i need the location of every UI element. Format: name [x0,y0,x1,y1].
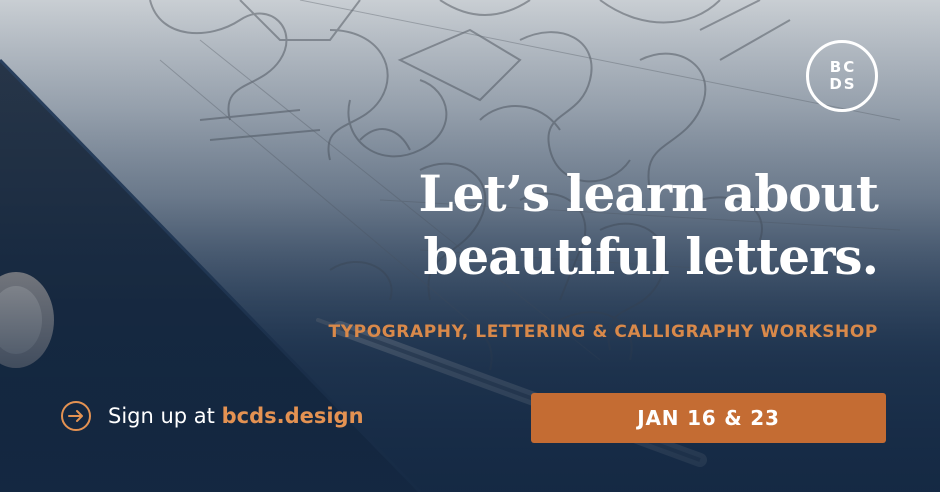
headline-line-1: Let’s learn about [418,164,880,223]
arrow-right-circle-icon [61,401,91,431]
logo-line-2: DS [829,75,857,93]
signup-link[interactable]: Sign up at bcds.design [60,398,364,434]
signup-prefix: Sign up at [108,404,215,428]
date-button[interactable]: JAN 16 & 23 [531,393,886,443]
signup-text: Sign up at bcds.design [108,404,364,428]
bcds-logo[interactable]: BC DS [806,40,878,112]
workshop-banner: BC DS Let’s learn about beautiful letter… [0,0,940,492]
headline: Let’s learn about beautiful letters. [318,162,880,288]
logo-line-1: BC [829,58,857,76]
headline-line-2: beautiful letters. [423,227,879,286]
signup-site-link[interactable]: bcds.design [222,404,364,428]
workshop-subtitle: TYPOGRAPHY, LETTERING & CALLIGRAPHY WORK… [328,322,878,342]
